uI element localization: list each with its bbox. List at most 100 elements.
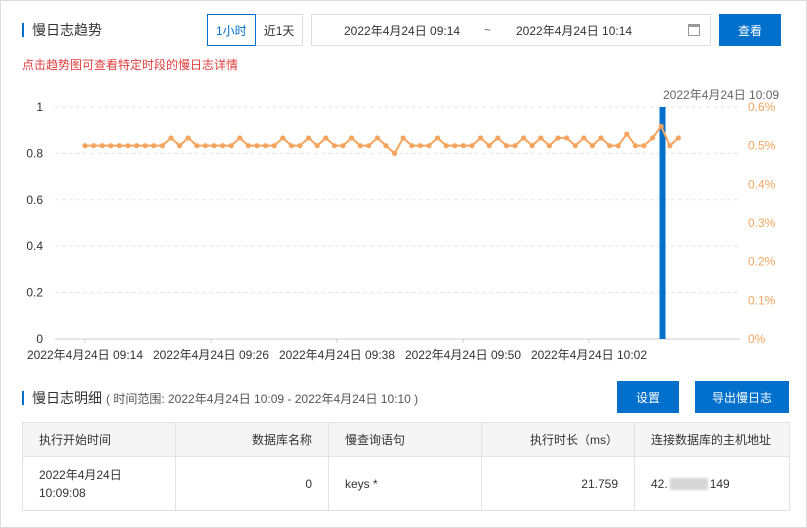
line-point (297, 143, 303, 149)
masked-ip-segment (669, 478, 708, 491)
line-point (426, 143, 432, 149)
y-right-tick-label: 0.3% (748, 216, 776, 230)
line-point (202, 143, 208, 149)
x-tick-label: 2022年4月24日 09:26 (153, 348, 269, 362)
x-tick-label: 2022年4月24日 09:14 (27, 348, 143, 362)
line-point (486, 143, 492, 149)
line-point (306, 135, 312, 141)
y-left-tick-label: 0.2 (26, 286, 43, 300)
line-point (435, 135, 441, 141)
cell-query: keys * (328, 456, 482, 511)
line-point (546, 143, 553, 149)
line-point (675, 135, 682, 141)
line-point (460, 143, 466, 149)
line-point (383, 143, 389, 149)
details-section-title: 慢日志明细 ( 时间范围: 2022年4月24日 10:09 - 2022年4月… (22, 388, 418, 408)
cell-start-time: 2022年4月24日 10:09:08 (22, 456, 176, 511)
line-point (125, 143, 131, 149)
settings-button[interactable]: 设置 (617, 381, 679, 413)
line-point (349, 135, 355, 141)
line-point (159, 143, 165, 149)
line-point (168, 135, 174, 141)
line-point (667, 143, 673, 149)
line-point (254, 143, 260, 149)
line-point (142, 143, 148, 149)
line-point (194, 143, 200, 149)
line-point (469, 143, 475, 149)
line-point (357, 143, 363, 149)
line-point (314, 143, 320, 149)
col-duration: 执行时长（ms） (481, 422, 635, 457)
line-point (82, 143, 88, 149)
cell-db-name: 0 (175, 456, 329, 511)
col-query: 慢查询语句 (328, 422, 482, 457)
line-point (211, 143, 217, 149)
line-point (340, 143, 346, 149)
line-point (288, 143, 294, 149)
line-point (503, 143, 509, 149)
line-point (392, 150, 398, 156)
y-left-tick-label: 0.4 (26, 239, 43, 253)
line-point (589, 143, 596, 149)
line-point (91, 143, 97, 149)
line-point (607, 143, 613, 149)
line-point (228, 143, 234, 149)
x-tick-label: 2022年4月24日 09:50 (405, 348, 521, 362)
line-point (280, 135, 286, 141)
y-right-tick-label: 0.1% (748, 293, 776, 307)
y-left-tick-label: 0.8 (26, 146, 43, 160)
details-title: 慢日志明细 (32, 390, 102, 406)
line-point (134, 143, 140, 149)
line-point (512, 143, 518, 149)
host-suffix: 149 (709, 476, 730, 491)
line-point (151, 143, 157, 149)
y-left-tick-label: 1 (36, 100, 43, 114)
line-point (495, 135, 501, 141)
y-right-tick-label: 0.4% (748, 177, 776, 191)
line-point (615, 143, 621, 149)
start-date: 2022年4月24日 (39, 467, 122, 482)
title-accent (22, 391, 24, 405)
y-right-tick-label: 0.5% (748, 139, 776, 153)
line-point (323, 135, 329, 141)
line-point (374, 135, 380, 141)
line-point (185, 135, 191, 141)
line-point (245, 143, 251, 149)
line-point (417, 143, 423, 149)
line-point (598, 135, 604, 141)
line-point (177, 143, 183, 149)
line-point (564, 135, 570, 141)
line-point (555, 135, 561, 141)
x-tick-label: 2022年4月24日 09:38 (279, 348, 395, 362)
slowlog-trend-chart[interactable]: 0 0.2 0.4 0.6 0.8 1 0% 0.1% 0.2% 0.3% 0.4% 0.5% 0.6… (0, 0, 807, 370)
line-point (624, 131, 630, 137)
col-start-time: 执行开始时间 (22, 422, 176, 457)
line-point (572, 143, 578, 149)
line-point (409, 143, 415, 149)
y-left-tick-label: 0 (36, 332, 43, 346)
y-right-tick-label: 0% (748, 332, 766, 346)
line-point (581, 135, 587, 141)
export-slowlog-button[interactable]: 导出慢日志 (695, 381, 789, 413)
slowlog-table: 执行开始时间 数据库名称 慢查询语句 执行时长（ms） 连接数据库的主机地址 2… (22, 422, 790, 511)
line-point (443, 143, 449, 149)
table-row: 2022年4月24日 10:09:08 0 keys * 21.759 42. 1… (22, 456, 790, 511)
line-point (538, 135, 544, 141)
col-db-name: 数据库名称 (175, 422, 329, 457)
table-header-row: 执行开始时间 数据库名称 慢查询语句 执行时长（ms） 连接数据库的主机地址 (22, 422, 790, 457)
line-point (99, 143, 105, 149)
bar-time-label: 2022年4月24日 10:09 (663, 88, 779, 102)
line-point (521, 135, 527, 141)
line-point (478, 135, 484, 141)
line-point (331, 143, 337, 149)
line-point (237, 135, 243, 141)
line-point (108, 143, 114, 149)
line-point (529, 143, 535, 149)
cell-host: 42. 149 (634, 456, 790, 511)
line-point (116, 143, 122, 149)
slowlog-count-bar (659, 107, 666, 339)
line-point (400, 135, 406, 141)
x-tick-label: 2022年4月24日 10:02 (531, 348, 647, 362)
y-right-tick-label: 0.2% (748, 255, 776, 269)
line-point (452, 143, 458, 149)
